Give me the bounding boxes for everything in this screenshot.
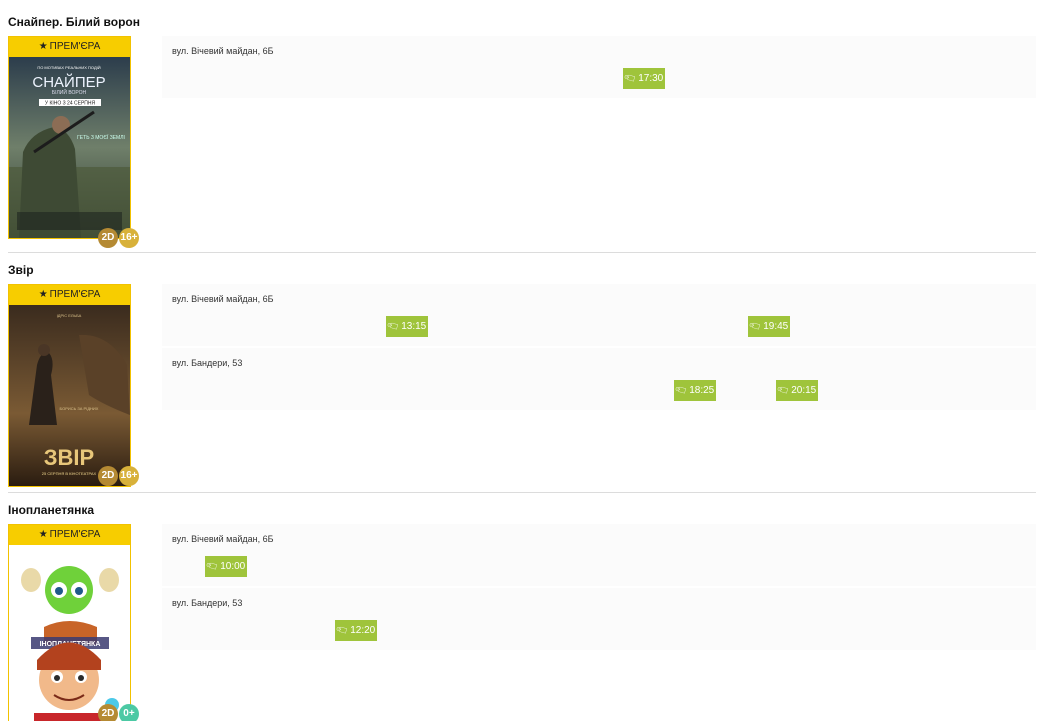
ticket-icon: 🏷: [385, 318, 401, 334]
star-icon: ★: [38, 41, 48, 52]
cinema-address: вул. Вічевий майдан, 6Б: [172, 294, 274, 304]
svg-text:ЗВІР: ЗВІР: [44, 445, 94, 470]
poster-image: ІДРІС ЕЛЬБА БОРИСЬ ЗА РІДНИХ ЗВІР 25 СЕР…: [9, 305, 130, 486]
cinema-address: вул. Бандери, 53: [172, 358, 243, 368]
svg-text:СНАЙПЕР: СНАЙПЕР: [32, 73, 105, 91]
cinema-address: вул. Вічевий майдан, 6Б: [172, 46, 274, 56]
cinema-schedule: вул. Вічевий майдан, 6Б 🏷13:15 🏷19:45: [162, 284, 1036, 346]
age-rating-badge: 0+: [119, 704, 139, 721]
ticket-icon: 🏷: [673, 382, 689, 398]
star-icon: ★: [38, 289, 48, 300]
showtime-button[interactable]: 🏷12:20: [335, 620, 377, 641]
age-rating-badge: 16+: [119, 228, 139, 248]
svg-text:ГЕТЬ З МОЄЇ ЗЕМЛІ: ГЕТЬ З МОЄЇ ЗЕМЛІ: [77, 134, 125, 141]
movie-title[interactable]: Інопланетянка: [8, 503, 94, 517]
format-badge: 2D: [98, 466, 118, 486]
cinema-address: вул. Вічевий майдан, 6Б: [172, 534, 274, 544]
ticket-icon: 🏷: [204, 558, 220, 574]
svg-text:ІДРІС ЕЛЬБА: ІДРІС ЕЛЬБА: [57, 313, 82, 318]
showtime-button[interactable]: 🏷13:15: [386, 316, 428, 337]
divider: [8, 252, 1036, 253]
showtime-button[interactable]: 🏷18:25: [674, 380, 716, 401]
ticket-icon: 🏷: [747, 318, 763, 334]
poster-image: ПО МОТИВАХ РЕАЛЬНИХ ПОДІЙ СНАЙПЕР БІЛИЙ …: [9, 57, 130, 238]
movie-title[interactable]: Снайпер. Білий ворон: [8, 15, 140, 29]
movie-poster[interactable]: ★ ПРЕМ'ЄРА ПО МОТИВАХ РЕАЛЬНИХ ПОДІЙ СНАЙ…: [8, 36, 139, 248]
cinema-address: вул. Бандери, 53: [172, 598, 243, 608]
showtime-button[interactable]: 🏷17:30: [623, 68, 665, 89]
premiere-badge: ★ ПРЕМ'ЄРА: [9, 285, 130, 305]
cinema-schedule: вул. Бандери, 53 🏷18:25 🏷20:15: [162, 348, 1036, 410]
divider: [8, 492, 1036, 493]
movie-poster[interactable]: ★ПРЕМ'ЄРА ІНОПЛАНЕТЯНКА: [8, 524, 139, 721]
cinema-schedule: вул. Бандери, 53 🏷12:20: [162, 588, 1036, 650]
age-rating-badge: 16+: [119, 466, 139, 486]
ticket-icon: 🏷: [775, 382, 791, 398]
premiere-badge: ★ ПРЕМ'ЄРА: [9, 525, 130, 545]
cinema-schedule: вул. Вічевий майдан, 6Б 🏷17:30: [162, 36, 1036, 98]
poster-image: ІНОПЛАНЕТЯНКА: [9, 545, 130, 721]
format-badge: 2D: [98, 704, 118, 721]
svg-text:БОРИСЬ ЗА РІДНИХ: БОРИСЬ ЗА РІДНИХ: [60, 406, 99, 411]
svg-text:25 СЕРПНЯ В КІНОТЕАТРАХ: 25 СЕРПНЯ В КІНОТЕАТРАХ: [42, 471, 97, 476]
svg-text:У КІНО З 24 СЕРПНЯ: У КІНО З 24 СЕРПНЯ: [45, 101, 96, 107]
showtime-button[interactable]: 🏷20:15: [776, 380, 818, 401]
star-icon: ★: [38, 529, 48, 540]
premiere-badge: ★ ПРЕМ'ЄРА: [9, 37, 130, 57]
showtime-button[interactable]: 🏷19:45: [748, 316, 790, 337]
svg-text:БІЛИЙ ВОРОН: БІЛИЙ ВОРОН: [52, 88, 87, 96]
format-badge: 2D: [98, 228, 118, 248]
ticket-icon: 🏷: [622, 70, 638, 86]
cinema-schedule: вул. Вічевий майдан, 6Б 🏷10:00: [162, 524, 1036, 586]
movie-poster[interactable]: ★ ПРЕМ'ЄРА ІДРІС ЕЛЬБА БОРИСЬ ЗА РІДНИХ З…: [8, 284, 139, 487]
ticket-icon: 🏷: [334, 622, 350, 638]
svg-text:ПО МОТИВАХ РЕАЛЬНИХ ПОДІЙ: ПО МОТИВАХ РЕАЛЬНИХ ПОДІЙ: [37, 65, 100, 70]
movie-title[interactable]: Звір: [8, 263, 34, 277]
showtime-button[interactable]: 🏷10:00: [205, 556, 247, 577]
